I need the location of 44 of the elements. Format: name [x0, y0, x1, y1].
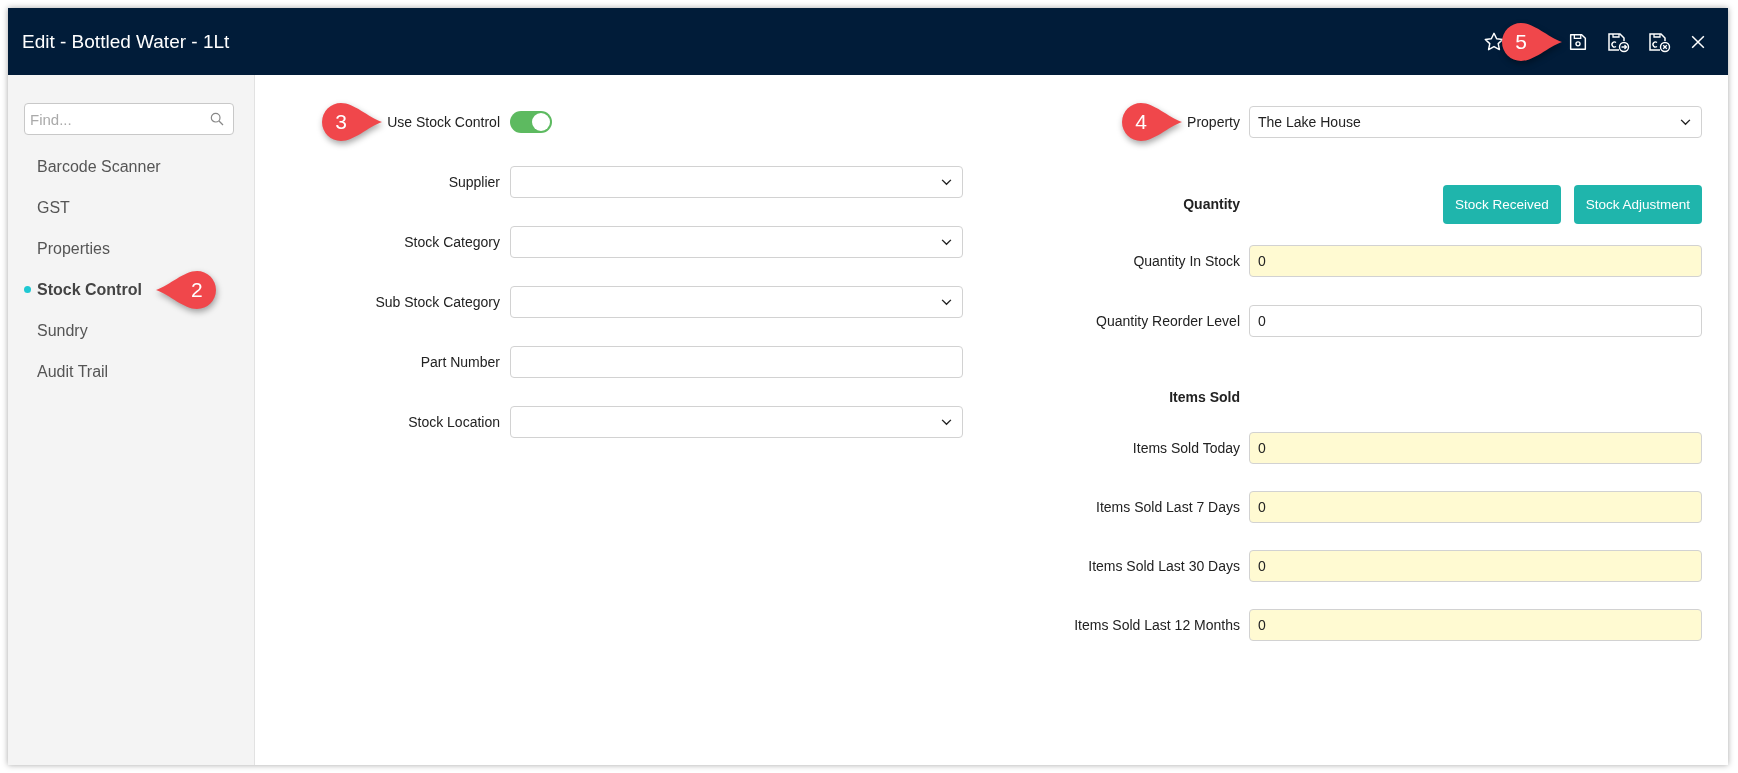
number-field[interactable]: 0	[1249, 305, 1702, 337]
sidebar-item[interactable]: Sundry	[37, 321, 88, 339]
number-field[interactable]: 0	[1249, 550, 1702, 582]
sidebar-item[interactable]: Properties	[37, 239, 110, 257]
field-label: Use Stock Control	[387, 114, 500, 130]
field-label: Stock Category	[404, 234, 500, 250]
field-label: Items Sold Last 30 Days	[1088, 558, 1240, 574]
number-field[interactable]: 0	[1249, 609, 1702, 641]
sidebar-item[interactable]: Audit Trail	[37, 362, 109, 380]
star-icon[interactable]	[1483, 30, 1505, 53]
toggle-switch[interactable]	[510, 111, 552, 133]
sidebar-item[interactable]: GST	[37, 198, 70, 216]
field-label: Quantity Reorder Level	[1096, 313, 1240, 329]
field-label: Items Sold Last 7 Days	[1096, 499, 1240, 515]
dropdown-field[interactable]	[510, 286, 963, 318]
sidebar-item[interactable]: Barcode Scanner	[37, 157, 161, 175]
field-label: Stock Location	[408, 414, 500, 430]
chevron-down-icon	[941, 238, 952, 246]
step-callout: 5	[1500, 20, 1564, 63]
window-title: Edit - Bottled Water - 1Lt	[22, 30, 230, 53]
chevron-down-icon	[941, 178, 952, 186]
chevron-down-icon	[941, 418, 952, 426]
sidebar-item[interactable]: Stock Control	[37, 280, 142, 298]
dropdown-field[interactable]	[510, 226, 963, 258]
field-label: Items Sold Today	[1132, 440, 1240, 456]
field-label: Property	[1187, 114, 1240, 130]
number-field[interactable]: 0	[1249, 491, 1702, 523]
chevron-down-icon	[1680, 118, 1691, 126]
number-field[interactable]: 0	[1249, 432, 1702, 464]
dropdown-field[interactable]	[510, 166, 963, 198]
number-field[interactable]: 0	[1249, 245, 1702, 277]
dropdown-field[interactable]	[510, 406, 963, 438]
section-heading: Items Sold	[1169, 389, 1240, 405]
text-field[interactable]	[510, 346, 963, 378]
dropdown-field[interactable]: The Lake House	[1249, 106, 1702, 138]
field-label: Quantity In Stock	[1133, 253, 1240, 269]
search-icon	[209, 111, 225, 127]
field-label: Supplier	[448, 174, 500, 190]
field-label: Items Sold Last 12 Months	[1074, 617, 1240, 633]
section-heading: Quantity	[1183, 196, 1240, 212]
field-label: Part Number	[420, 354, 500, 370]
field-label: Sub Stock Category	[375, 294, 500, 310]
search-field[interactable]: Find...	[24, 103, 234, 135]
chevron-down-icon	[941, 298, 952, 306]
